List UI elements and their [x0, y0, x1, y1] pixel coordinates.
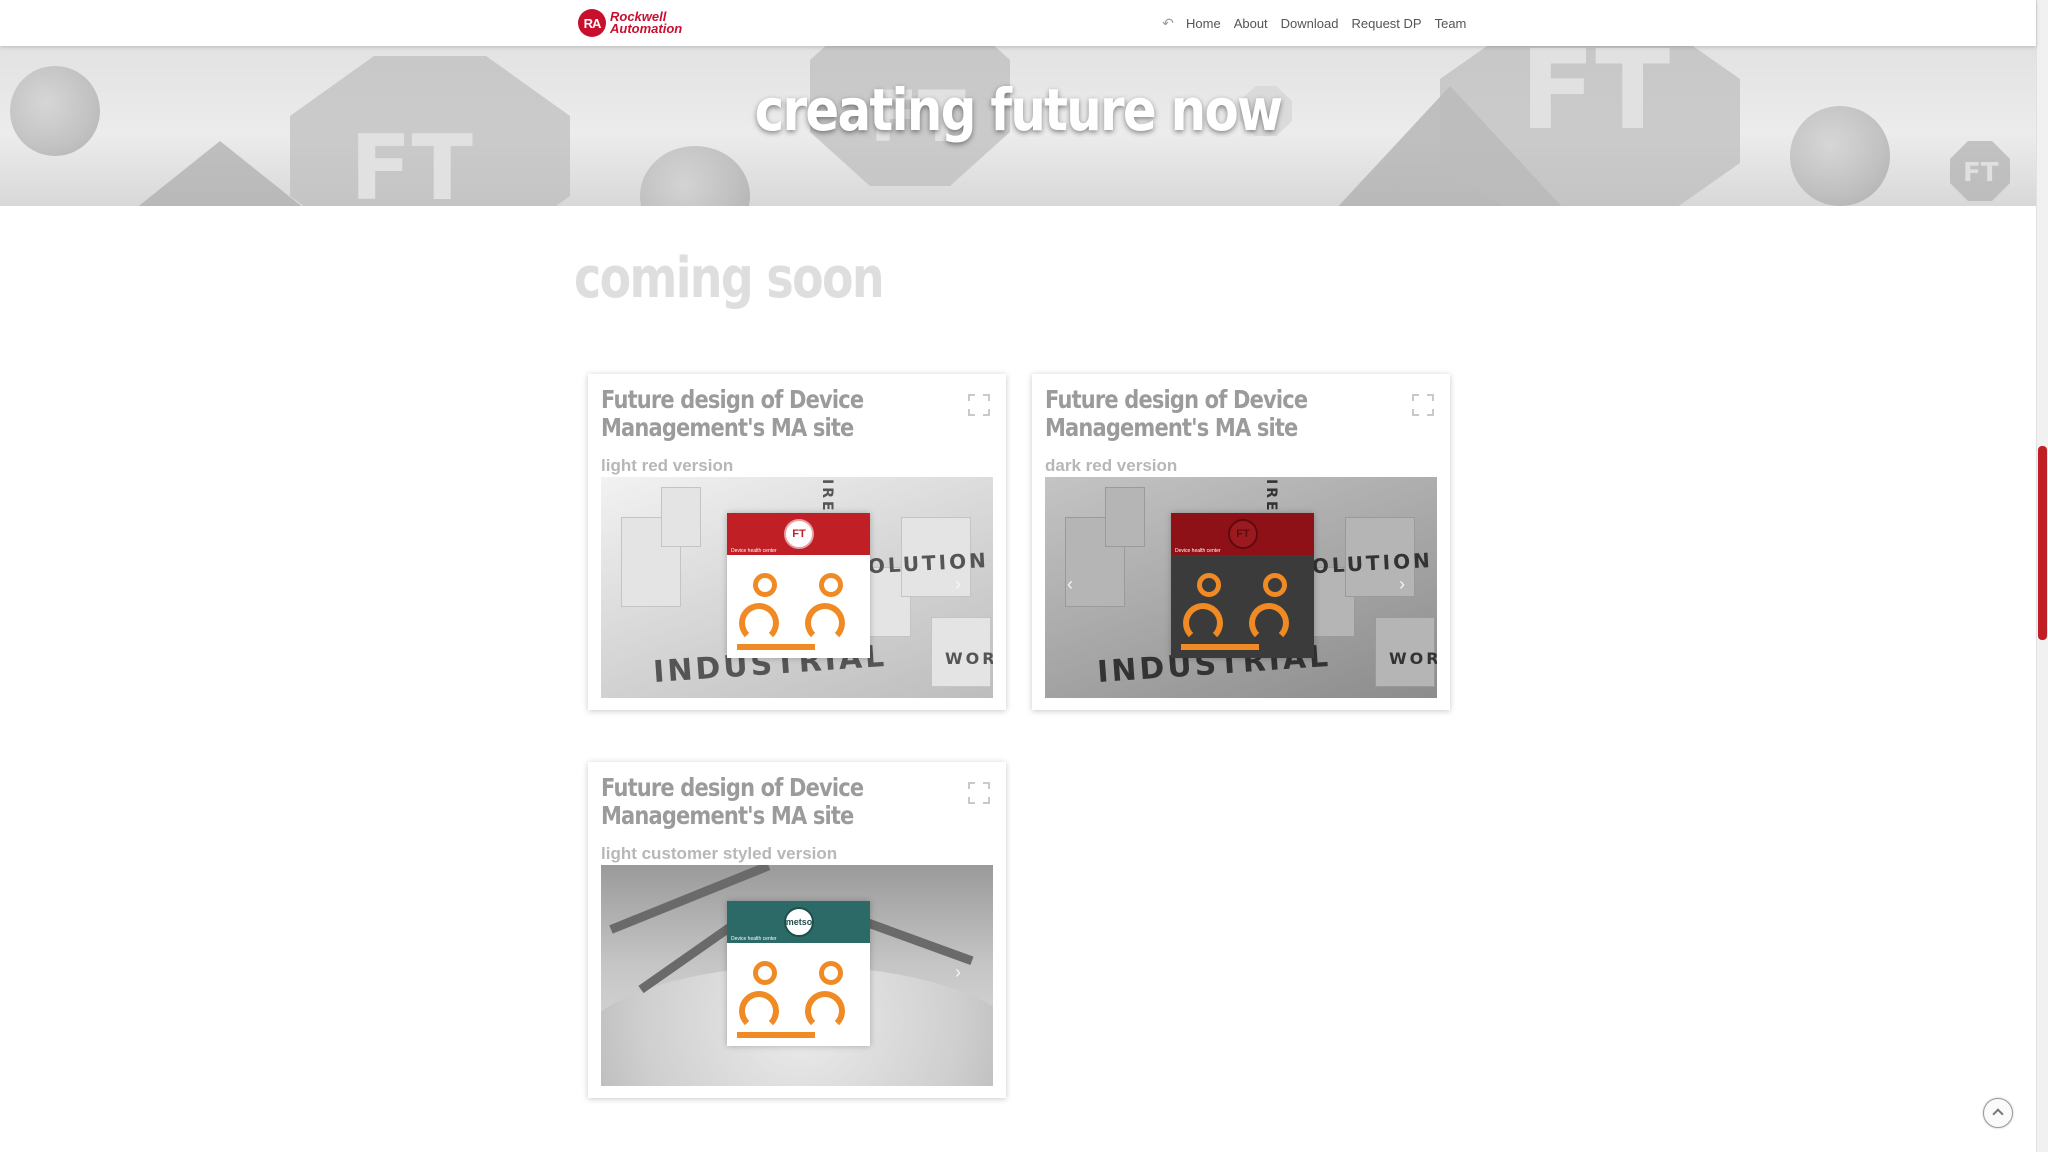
gauge-icon — [753, 961, 777, 985]
main-nav: ↶ Home About Download Request DP Team — [1160, 0, 1479, 46]
nav-home[interactable]: Home — [1186, 16, 1221, 31]
gauge-icon — [1249, 603, 1289, 643]
hero-watermark: FT — [1963, 158, 1999, 188]
metso-logo: metso — [784, 907, 814, 937]
chevron-up-icon — [1992, 1108, 2004, 1120]
back-arrow-icon[interactable]: ↶ — [1160, 15, 1176, 31]
expand-icon[interactable] — [1412, 394, 1434, 416]
ft-logo: FT — [784, 519, 814, 549]
preview-image[interactable]: › metso Device health center — [601, 865, 993, 1086]
next-arrow-icon[interactable]: › — [1399, 575, 1413, 593]
card-subtitle: dark red version — [1045, 456, 1178, 475]
nav-team[interactable]: Team — [1435, 16, 1467, 31]
card-subtitle: light customer styled version — [601, 844, 838, 863]
scrollbar-thumb[interactable] — [2038, 446, 2047, 640]
panel-label: Device health center — [731, 548, 777, 554]
nav-about[interactable]: About — [1234, 16, 1268, 31]
decor-cube — [661, 487, 701, 547]
next-arrow-icon[interactable]: › — [955, 963, 969, 981]
preview-word: WOR — [1389, 649, 1437, 668]
gauge-icon — [819, 961, 843, 985]
hero-banner: FT FT FT FT creating future now — [0, 46, 2036, 206]
progress-bar — [737, 1032, 815, 1038]
preview-image[interactable]: INDUSTRIAL EVOLUTION WOR IRE ‹ › FT Devi… — [1045, 477, 1437, 698]
gauge-icon — [1197, 573, 1221, 597]
panel-label: Device health center — [1175, 548, 1221, 554]
gauge-icon — [1183, 603, 1223, 643]
gauge-icon — [805, 991, 845, 1031]
logo-badge: RA — [578, 9, 606, 37]
project-card[interactable]: Future design of Device Management's MA … — [588, 374, 1006, 710]
project-card[interactable]: Future design of Device Management's MA … — [588, 762, 1006, 1098]
hero-decor — [10, 66, 100, 156]
prev-arrow-icon[interactable]: ‹ — [1067, 575, 1081, 593]
panel-label: Device health center — [731, 936, 777, 942]
tablet-mockup: metso Device health center — [727, 901, 870, 1046]
decor-cube — [1105, 487, 1145, 547]
nav-request-dp[interactable]: Request DP — [1352, 16, 1422, 31]
logo-wordmark: Rockwell Automation — [610, 10, 683, 36]
card-title: Future design of Device Management's MA … — [601, 385, 864, 442]
nav-download[interactable]: Download — [1281, 16, 1339, 31]
next-arrow-icon[interactable]: › — [955, 575, 969, 593]
card-title: Future design of Device Management's MA … — [1045, 385, 1308, 442]
scroll-to-top-button[interactable] — [1983, 1098, 2013, 1128]
expand-icon[interactable] — [968, 394, 990, 416]
hero-decor — [640, 146, 750, 206]
project-card[interactable]: Future design of Device Management's MA … — [1032, 374, 1450, 710]
gauge-icon — [753, 573, 777, 597]
progress-bar — [737, 644, 815, 650]
top-navbar: RA Rockwell Automation ↶ Home About Down… — [0, 0, 2036, 46]
card-title: Future design of Device Management's MA … — [601, 773, 864, 830]
tablet-mockup: FT Device health center — [727, 513, 870, 658]
preview-image[interactable]: INDUSTRIAL EVOLUTION WOR IRE › FT Device… — [601, 477, 993, 698]
gauge-icon — [739, 991, 779, 1031]
ft-logo: FT — [1228, 519, 1258, 549]
gauge-icon — [805, 603, 845, 643]
preview-word: WOR — [945, 649, 993, 668]
preview-word: IRE — [819, 479, 835, 514]
gauge-icon — [1263, 573, 1287, 597]
logo-line-2: Automation — [610, 21, 683, 36]
rockwell-logo[interactable]: RA Rockwell Automation — [578, 9, 683, 37]
gauge-icon — [819, 573, 843, 597]
expand-icon[interactable] — [968, 782, 990, 804]
tablet-mockup: FT Device health center — [1171, 513, 1314, 658]
section-title: coming soon — [574, 246, 885, 311]
preview-word: IRE — [1263, 479, 1279, 514]
card-subtitle: light red version — [601, 456, 734, 475]
hero-title: creating future now — [754, 76, 1283, 144]
gauge-icon — [739, 603, 779, 643]
progress-bar — [1181, 644, 1259, 650]
